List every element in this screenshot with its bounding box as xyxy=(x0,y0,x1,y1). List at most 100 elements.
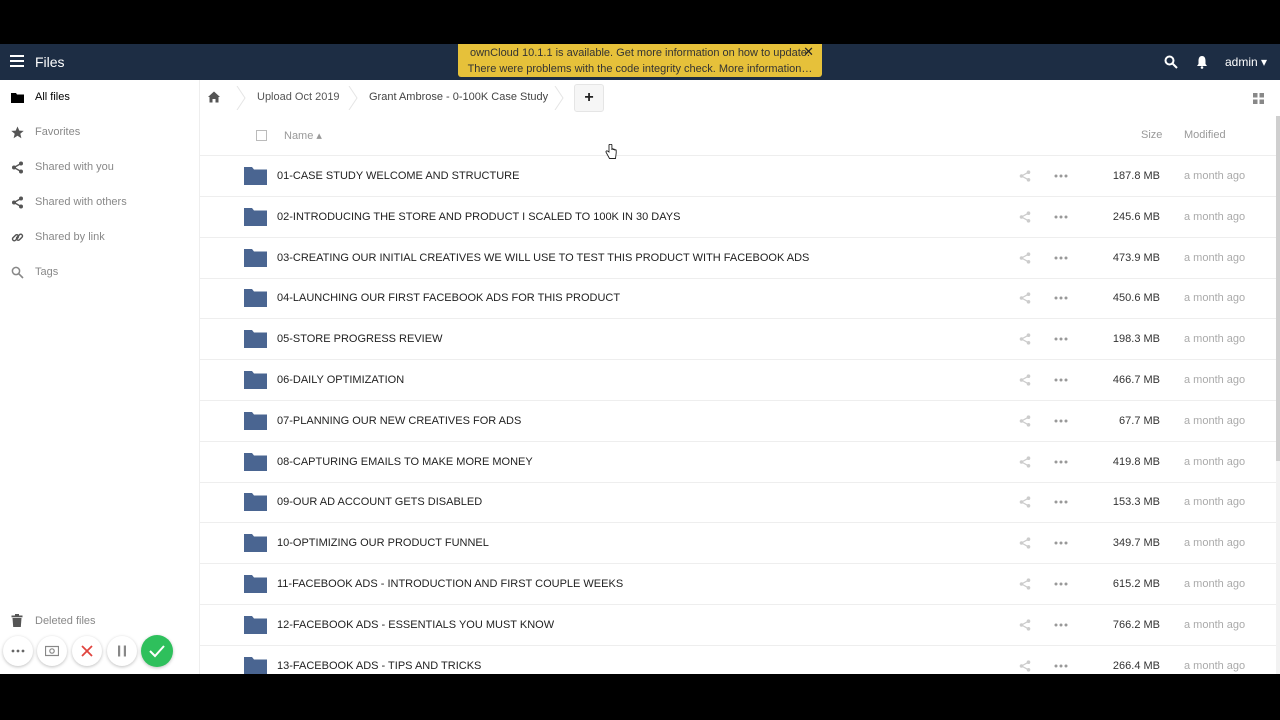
sidebar-item-shared-with-you[interactable]: Shared with you xyxy=(0,150,200,185)
share-icon[interactable] xyxy=(1019,537,1031,549)
table-row[interactable]: 07-PLANNING OUR NEW CREATIVES FOR ADS 67.… xyxy=(200,401,1276,442)
sidebar-item-tags[interactable]: Tags xyxy=(0,255,200,290)
file-name[interactable]: 10-OPTIMIZING OUR PRODUCT FUNNEL xyxy=(277,537,489,549)
share-icon[interactable] xyxy=(1019,619,1031,631)
grid-view-icon[interactable] xyxy=(1253,93,1264,104)
home-icon[interactable] xyxy=(208,91,220,103)
table-row[interactable]: 03-CREATING OUR INITIAL CREATIVES WE WIL… xyxy=(200,238,1276,279)
file-list-header: Name ▴ Size Modified xyxy=(200,116,1276,156)
sidebar-item-deleted-files[interactable]: Deleted files xyxy=(0,609,200,633)
sidebar-item-label: Shared by link xyxy=(35,231,105,243)
sidebar-item-favorites[interactable]: Favorites xyxy=(0,115,200,150)
share-icon xyxy=(12,161,23,174)
sidebar-item-all-files[interactable]: All files xyxy=(0,80,200,115)
more-options-button[interactable] xyxy=(3,636,33,666)
file-name[interactable]: 09-OUR AD ACCOUNT GETS DISABLED xyxy=(277,496,482,508)
sidebar-item-label: Deleted files xyxy=(35,615,96,627)
table-row[interactable]: 02-INTRODUCING THE STORE AND PRODUCT I S… xyxy=(200,197,1276,238)
folder-icon xyxy=(244,452,267,471)
share-icon[interactable] xyxy=(1019,211,1031,223)
table-row[interactable]: 05-STORE PROGRESS REVIEW 198.3 MB a month … xyxy=(200,319,1276,361)
star-icon xyxy=(11,126,24,139)
share-icon[interactable] xyxy=(1019,333,1031,345)
recording-toolbar xyxy=(0,634,180,668)
file-modified: a month ago xyxy=(1184,251,1246,264)
scrollbar[interactable] xyxy=(1276,116,1280,674)
file-modified: a month ago xyxy=(1184,374,1246,386)
sidebar-item-label: All files xyxy=(35,91,70,103)
share-icon[interactable] xyxy=(1019,251,1031,264)
folder-icon xyxy=(244,656,267,674)
sidebar-item-shared-by-link[interactable]: Shared by link xyxy=(0,220,200,255)
file-name[interactable]: 05-STORE PROGRESS REVIEW xyxy=(277,333,442,345)
table-row[interactable]: 11-FACEBOOK ADS - INTRODUCTION AND FIRST… xyxy=(200,564,1276,605)
folder-icon xyxy=(244,534,267,553)
file-name[interactable]: 04-LAUNCHING OUR FIRST FACEBOOK ADS FOR … xyxy=(277,292,620,304)
app-title[interactable]: Files xyxy=(35,54,65,70)
file-name[interactable]: 01-CASE STUDY WELCOME AND STRUCTURE xyxy=(277,170,519,182)
scrollbar-thumb[interactable] xyxy=(1276,116,1280,461)
checkmark-icon xyxy=(149,645,165,658)
file-name[interactable]: 11-FACEBOOK ADS - INTRODUCTION AND FIRST… xyxy=(277,578,623,590)
bell-icon[interactable] xyxy=(1196,55,1208,69)
folder-icon xyxy=(244,207,267,226)
table-row[interactable]: 06-DAILY OPTIMIZATION 466.7 MB a month ago xyxy=(200,360,1276,401)
breadcrumb-item-upload[interactable]: Upload Oct 2019 xyxy=(257,91,340,103)
share-icon[interactable] xyxy=(1019,578,1031,590)
file-size: 67.7 MB xyxy=(1119,414,1160,427)
column-header-modified[interactable]: Modified xyxy=(1184,129,1226,141)
table-row[interactable]: 04-LAUNCHING OUR FIRST FACEBOOK ADS FOR … xyxy=(200,278,1276,320)
file-modified: a month ago xyxy=(1184,414,1246,427)
file-modified: a month ago xyxy=(1184,659,1246,672)
column-header-name[interactable]: Name ▴ xyxy=(284,129,322,142)
column-header-size[interactable]: Size xyxy=(1141,129,1162,141)
table-row[interactable]: 01-CASE STUDY WELCOME AND STRUCTURE 187.8… xyxy=(200,156,1276,197)
table-row[interactable]: 12-FACEBOOK ADS - ESSENTIALS YOU MUST KN… xyxy=(200,605,1276,646)
breadcrumb-item-current[interactable]: Grant Ambrose - 0-100K Case Study xyxy=(369,91,548,103)
table-row[interactable]: 10-OPTIMIZING OUR PRODUCT FUNNEL 349.7 MB… xyxy=(200,523,1276,565)
share-icon[interactable] xyxy=(1019,659,1031,672)
user-menu[interactable]: admin ▾ xyxy=(1225,55,1267,69)
share-icon[interactable] xyxy=(1019,415,1031,427)
sidebar-item-shared-with-others[interactable]: Shared with others xyxy=(0,185,200,220)
file-name[interactable]: 02-INTRODUCING THE STORE AND PRODUCT I S… xyxy=(277,211,680,223)
share-icon[interactable] xyxy=(1019,170,1031,182)
finish-recording-button[interactable] xyxy=(141,635,173,667)
file-name[interactable]: 03-CREATING OUR INITIAL CREATIVES WE WIL… xyxy=(277,252,809,264)
file-size: 615.2 MB xyxy=(1112,578,1160,590)
file-size: 266.4 MB xyxy=(1112,659,1160,672)
hamburger-menu-icon[interactable] xyxy=(10,55,24,67)
file-name[interactable]: 12-FACEBOOK ADS - ESSENTIALS YOU MUST KN… xyxy=(277,619,554,631)
file-modified: a month ago xyxy=(1184,537,1246,550)
table-row[interactable]: 09-OUR AD ACCOUNT GETS DISABLED 153.3 MB a… xyxy=(200,482,1276,524)
file-size: 198.3 MB xyxy=(1112,333,1160,346)
search-icon[interactable] xyxy=(1164,55,1178,69)
sidebar-item-label: Shared with you xyxy=(35,161,114,173)
pause-recording-button[interactable] xyxy=(107,636,137,666)
notice-integrity-text[interactable]: There were problems with the code integr… xyxy=(458,61,822,77)
file-size: 245.6 MB xyxy=(1112,210,1160,223)
new-button[interactable]: + xyxy=(574,84,604,112)
file-name[interactable]: 08-CAPTURING EMAILS TO MAKE MORE MONEY xyxy=(277,456,533,468)
notice-update-text[interactable]: ownCloud 10.1.1 is available. Get more i… xyxy=(458,45,822,61)
file-modified: a month ago xyxy=(1184,455,1246,468)
folder-icon xyxy=(244,371,267,389)
table-row[interactable]: 13-FACEBOOK ADS - TIPS AND TRICKS 266.4 M… xyxy=(200,646,1276,674)
file-name[interactable]: 06-DAILY OPTIMIZATION xyxy=(277,374,404,386)
share-icon[interactable] xyxy=(1019,496,1031,508)
folder-icon xyxy=(244,575,267,593)
file-size: 419.8 MB xyxy=(1112,455,1160,468)
close-icon[interactable]: ✕ xyxy=(803,44,814,60)
table-row[interactable]: 08-CAPTURING EMAILS TO MAKE MORE MONEY 41… xyxy=(200,442,1276,483)
share-icon[interactable] xyxy=(1019,374,1031,386)
cancel-recording-button[interactable] xyxy=(72,636,102,666)
select-all-checkbox[interactable] xyxy=(256,130,267,141)
share-icon[interactable] xyxy=(1019,292,1031,304)
sidebar: All files Favorites Shared with you Shar… xyxy=(0,80,200,674)
share-icon[interactable] xyxy=(1019,455,1031,468)
camera-toggle-button[interactable] xyxy=(37,636,67,666)
file-name[interactable]: 07-PLANNING OUR NEW CREATIVES FOR ADS xyxy=(277,415,521,427)
file-modified: a month ago xyxy=(1184,496,1246,509)
file-name[interactable]: 13-FACEBOOK ADS - TIPS AND TRICKS xyxy=(277,660,481,672)
update-notice: ownCloud 10.1.1 is available. Get more i… xyxy=(458,44,822,77)
